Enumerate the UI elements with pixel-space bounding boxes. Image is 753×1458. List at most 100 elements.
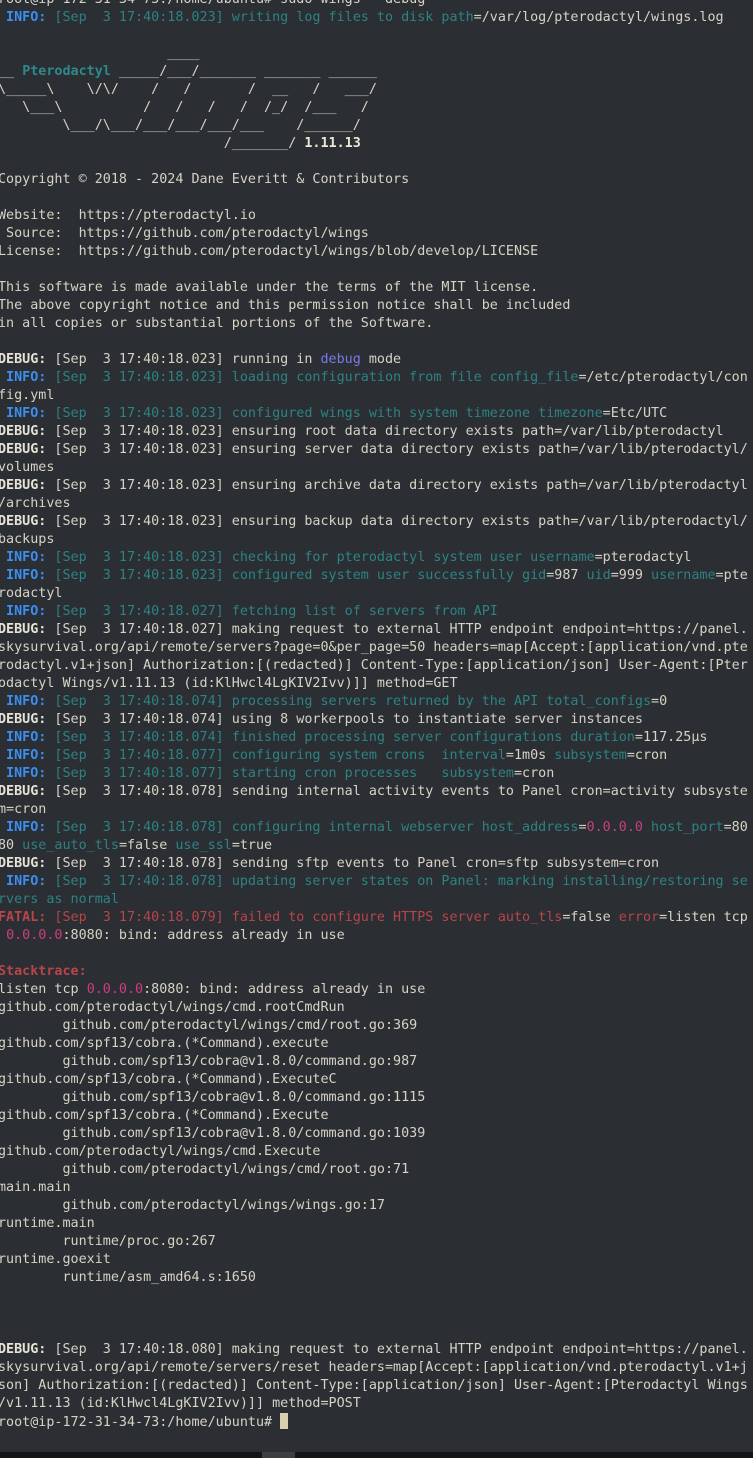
terminal-line: The above copyright notice and this perm… [0, 297, 753, 315]
text: runtime.main [0, 1216, 95, 1231]
terminal-line: odactyl Wings/v1.11.13 (id:KlHwcl4LgKIV2… [0, 675, 753, 693]
debug-label: DEBUG: [0, 712, 47, 727]
text: =pterodactyl [594, 550, 692, 565]
text: =true [231, 838, 273, 853]
text: =/etc/pterodactyl/con [578, 370, 748, 385]
text: github.com/spf13/cobra@v1.8.0/command.go… [0, 1126, 426, 1141]
terminal-line: INFO: [Sep 3 17:40:18.077] configuring s… [0, 747, 753, 765]
terminal-line: INFO: [Sep 3 17:40:18.023] configured wi… [0, 405, 753, 423]
info-text: [Sep 3 17:40:18.074] processing servers … [46, 694, 652, 709]
text: skysurvival.org/api/remote/servers?page=… [0, 640, 748, 655]
text: __ [0, 64, 23, 79]
terminal-line: github.com/spf13/cobra.(*Command).Execut… [0, 1107, 753, 1125]
text: rodactyl [0, 586, 63, 601]
text: listen tcp [0, 982, 87, 997]
info-label: INFO: [0, 820, 47, 835]
text: [Sep 3 17:40:18.023] ensuring backup dat… [46, 514, 748, 529]
text: runtime/proc.go:267 [0, 1234, 216, 1249]
text: This software is made available under th… [0, 280, 539, 295]
terminal-output[interactable]: root@ip-172-31-34-73:/home/ubuntu# sudo … [0, 0, 753, 1431]
ip-address: 0.0.0.0 [86, 982, 144, 997]
text: \___\ / / / / /_/ /___ / [0, 100, 369, 115]
debug-label: DEBUG: [0, 352, 47, 367]
terminal-line: ____ [0, 45, 753, 63]
terminal-line: m=cron [0, 801, 753, 819]
terminal-line: INFO: [Sep 3 17:40:18.077] starting cron… [0, 765, 753, 783]
terminal-line: github.com/pterodactyl/wings/wings.go:17 [0, 1197, 753, 1215]
text: [Sep 3 17:40:18.027] making request to e… [46, 622, 748, 637]
text: m=cron [0, 802, 47, 817]
cursor-block [280, 1413, 289, 1429]
terminal-line: github.com/pterodactyl/wings/cmd.Execute [0, 1143, 753, 1161]
text: son] Authorization:[(redacted)] Content-… [0, 1378, 748, 1393]
scrollbar-thumb[interactable] [262, 1452, 295, 1458]
horizontal-scrollbar[interactable] [0, 1452, 753, 1458]
text: [Sep 3 17:40:18.078] sending internal ac… [46, 784, 748, 799]
terminal-line: 0.0.0.0:8080: bind: address already in u… [0, 927, 753, 945]
debug-label: DEBUG: [0, 478, 47, 493]
info-text: username [642, 568, 716, 583]
terminal-line: INFO: [Sep 3 17:40:18.023] writing log f… [0, 9, 753, 27]
fatal-label: FATAL: [0, 910, 47, 925]
text: Website: https://pterodactyl.io [0, 208, 256, 223]
terminal-line: DEBUG: [Sep 3 17:40:18.078] sending inte… [0, 783, 753, 801]
version-text: 1.11.13 [304, 136, 361, 151]
terminal-line: runtime/proc.go:267 [0, 1233, 753, 1251]
terminal-line: INFO: [Sep 3 17:40:18.027] fetching list… [0, 603, 753, 621]
terminal-line: DEBUG: [Sep 3 17:40:18.023] ensuring bac… [0, 513, 753, 531]
info-label: INFO: [0, 406, 47, 421]
terminal-line: INFO: [Sep 3 17:40:18.074] finished proc… [0, 729, 753, 747]
terminal-line: __ Pterodactyl _____/___/_______ _______… [0, 63, 753, 81]
terminal-line: DEBUG: [Sep 3 17:40:18.023] ensuring roo… [0, 423, 753, 441]
text: in all copies or substantial portions of… [0, 316, 434, 331]
info-text: host_port [642, 820, 724, 835]
text: root@ip-172-31-34-73:/home/ubuntu# sudo … [0, 0, 425, 7]
text: \___/\___/___/___/___/___ /______/ [0, 118, 361, 133]
text: volumes [0, 460, 55, 475]
text: runtime/asm_amd64.s:1650 [0, 1270, 256, 1285]
terminal-line: rvers as normal [0, 891, 753, 909]
shell-prompt: root@ip-172-31-34-73:/home/ubuntu# [0, 1415, 281, 1430]
debug-label: DEBUG: [0, 442, 47, 457]
text: github.com/pterodactyl/wings/wings.go:17 [0, 1198, 385, 1213]
text: :8080: bind: address already in use [62, 928, 345, 943]
text: /archives [0, 496, 71, 511]
text: github.com/pterodactyl/wings/cmd.rootCmd… [0, 1000, 345, 1015]
text: 80 [0, 838, 15, 853]
terminal-line: backups [0, 531, 753, 549]
terminal-line: /_______/ 1.11.13 [0, 135, 753, 153]
shell-prompt-line[interactable]: root@ip-172-31-34-73:/home/ubuntu# [0, 1413, 753, 1431]
text: [Sep 3 17:40:18.023] ensuring archive da… [46, 478, 748, 493]
info-label: INFO: [0, 730, 47, 745]
terminal-line: INFO: [Sep 3 17:40:18.078] updating serv… [0, 873, 753, 891]
text: =Etc/UTC [602, 406, 668, 421]
terminal-line: runtime.main [0, 1215, 753, 1233]
text: [Sep 3 17:40:18.078] sending sftp events… [46, 856, 660, 871]
terminal-line: rodactyl.v1+json] Authorization:[(redact… [0, 657, 753, 675]
terminal-line: runtime.goexit [0, 1251, 753, 1269]
fatal-label: Stacktrace: [0, 964, 87, 979]
terminal-line: License: https://github.com/pterodactyl/… [0, 243, 753, 261]
text: odactyl Wings/v1.11.13 (id:KlHwcl4LgKIV2… [0, 676, 458, 691]
terminal-line: INFO: [Sep 3 17:40:18.074] processing se… [0, 693, 753, 711]
terminal-line: This software is made available under th… [0, 279, 753, 297]
text: =987 [546, 568, 579, 583]
terminal-line: \_____\ \/\/ / / / __ / ___/ [0, 81, 753, 99]
text: fig.yml [0, 388, 55, 403]
terminal-line: DEBUG: [Sep 3 17:40:18.078] sending sftp… [0, 855, 753, 873]
terminal-line: github.com/spf13/cobra@v1.8.0/command.go… [0, 1089, 753, 1107]
text: /_______/ [0, 136, 305, 151]
text: =999 [610, 568, 643, 583]
debug-label: DEBUG: [0, 514, 47, 529]
info-text: [Sep 3 17:40:18.074] finished processing… [46, 730, 635, 745]
text: [Sep 3 17:40:18.023] running in [46, 352, 321, 367]
terminal-line: DEBUG: [Sep 3 17:40:18.074] using 8 work… [0, 711, 753, 729]
terminal-line: volumes [0, 459, 753, 477]
text: github.com/pterodactyl/wings/cmd.Execute [0, 1144, 321, 1159]
info-text: [Sep 3 17:40:18.023] writing log files t… [46, 10, 474, 25]
terminal-line: skysurvival.org/api/remote/servers?page=… [0, 639, 753, 657]
